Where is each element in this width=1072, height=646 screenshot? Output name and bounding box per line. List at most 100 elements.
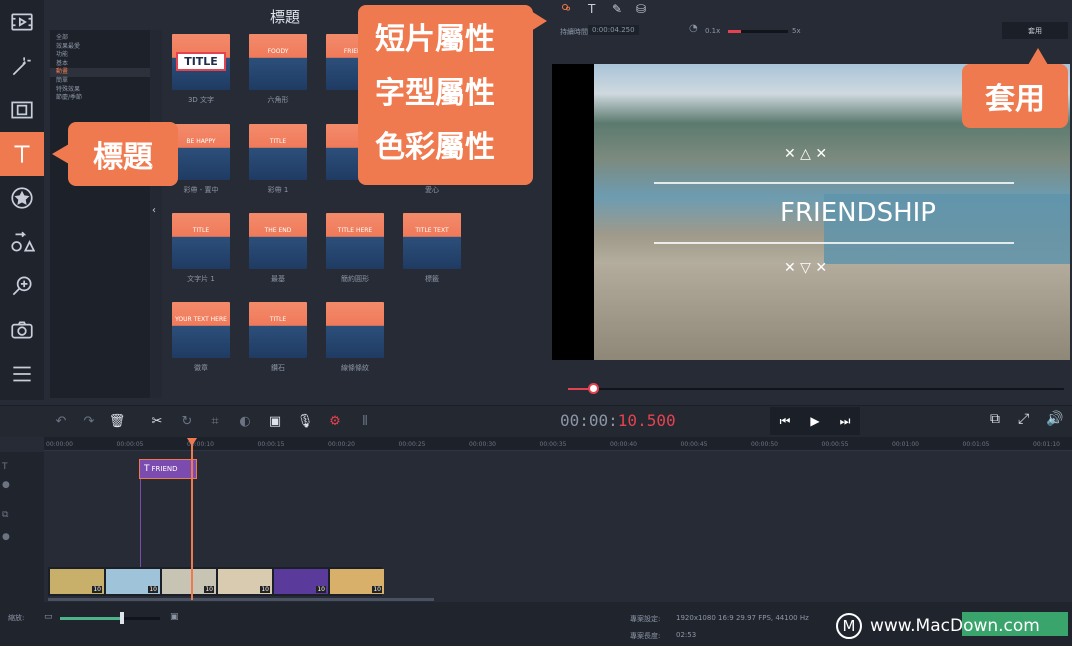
ruler-tick-label: 00:00:50 [751, 441, 778, 448]
callout-text: 標題 [93, 140, 153, 175]
preview-seek-knob[interactable] [587, 383, 599, 394]
title-thumbnail[interactable]: TITLE HERE [326, 213, 384, 269]
thumbnail-label: 鑽石 [271, 364, 285, 372]
track-visibility-eye-icon[interactable]: ● [2, 532, 10, 542]
title-thumbnail[interactable] [326, 302, 384, 358]
video-clip[interactable]: 10 [218, 569, 272, 594]
title-thumbnail[interactable]: TITLE [249, 302, 307, 358]
microphone-icon[interactable]: 🎙 [294, 410, 316, 432]
split-scissors-icon[interactable]: ✂ [146, 410, 168, 432]
undo-icon[interactable]: ↶ [50, 410, 72, 432]
title-thumbnail[interactable]: YOUR TEXT HERE [172, 302, 230, 358]
ruler-tick-label: 00:00:05 [116, 441, 144, 448]
paint-bucket-icon[interactable]: ⛁ [636, 2, 646, 16]
duration-field[interactable]: 0:00:04.250 [588, 25, 639, 35]
thumbnail-label: 彩帶 - 置中 [183, 186, 219, 194]
crop-icon[interactable]: ⌗ [204, 410, 226, 432]
overlay-track-icon: ⧉ [2, 510, 9, 520]
preview-seek-bar[interactable] [568, 388, 1064, 390]
title-thumbnail[interactable]: TITLE [249, 124, 307, 180]
category-item[interactable]: 簡單 [50, 77, 150, 86]
title-overlay-ornament: ✕ ▽ ✕ [784, 260, 828, 276]
popout-icon[interactable]: ⧉ [990, 411, 1000, 427]
zoom-slider-knob[interactable] [120, 612, 124, 624]
category-item[interactable]: 效果最愛 [50, 43, 150, 52]
title-thumbnail[interactable]: TITLE [172, 213, 230, 269]
category-item-selected[interactable]: 動畫 [50, 68, 150, 77]
more-tools-list-icon[interactable] [0, 352, 44, 396]
title-clip-span [140, 479, 141, 569]
title-thumbnail[interactable]: THE END [249, 213, 307, 269]
rock-area [594, 264, 1070, 360]
zoom-add-icon[interactable] [0, 264, 44, 308]
video-clip[interactable]: 10 [50, 569, 104, 594]
camera-record-icon[interactable] [0, 308, 44, 352]
title-thumbnail[interactable]: TITLE TEXT [403, 213, 461, 269]
ruler-tick-label: 00:00:15 [257, 441, 285, 448]
callout-tail [52, 144, 69, 164]
filters-film-icon[interactable] [0, 88, 44, 132]
zoom-label: 縮放: [8, 614, 25, 622]
rotate-icon[interactable]: ↻ [176, 410, 198, 432]
video-clip[interactable]: 10 [274, 569, 328, 594]
title-overlay-text[interactable]: FRIENDSHIP [780, 198, 936, 228]
delete-trash-icon[interactable]: 🗑 [106, 410, 128, 432]
apply-button[interactable]: 套用 [1002, 22, 1068, 39]
watermark-text: www.MacDown.com [870, 616, 1040, 636]
ruler-tick-label: 00:00:35 [539, 441, 567, 448]
zoom-out-icon[interactable]: ▭ [44, 612, 53, 622]
thumbnail-label: 最基 [271, 275, 285, 283]
play-icon[interactable]: ▶ [800, 407, 830, 435]
magic-wand-icon[interactable] [0, 44, 44, 88]
fullscreen-icon[interactable]: ⤢ [1018, 411, 1029, 427]
timeline-scrollbar[interactable] [48, 598, 434, 601]
skip-forward-icon[interactable]: ⏭ [830, 407, 860, 435]
title-overlay-line [654, 242, 1014, 244]
speed-slider-fill [728, 30, 742, 33]
color-picker-icon[interactable]: ✎ [612, 2, 622, 16]
zoom-in-icon[interactable]: ▣ [170, 612, 179, 622]
title-clip[interactable]: T FRIEND [139, 459, 197, 479]
color-adjust-icon[interactable]: ◐ [234, 410, 256, 432]
titles-tool-icon[interactable] [0, 132, 44, 176]
thumbnail-text: TITLE TEXT [415, 227, 449, 234]
video-clip-duration: 10 [316, 586, 326, 593]
ruler-tick-label: 00:00:45 [680, 441, 708, 448]
properties-callout: 短片屬性 字型屬性 色彩屬性 [358, 5, 547, 185]
skip-back-icon[interactable]: ⏮ [770, 407, 800, 435]
collapse-chevron-icon[interactable]: ‹ [152, 205, 156, 216]
track-visibility-eye-icon[interactable]: ● [2, 480, 10, 490]
callout-pointer-dot [562, 4, 568, 10]
category-item[interactable]: 節慶/季節 [50, 94, 150, 103]
volume-icon[interactable]: 🔊 [1046, 411, 1063, 427]
title-thumbnail[interactable]: TITLE [172, 34, 230, 90]
category-item[interactable]: 功能 [50, 51, 150, 60]
playhead[interactable] [191, 440, 193, 600]
transitions-shapes-icon[interactable] [0, 220, 44, 264]
thumbnail-label: 徽章 [194, 364, 208, 372]
video-clip[interactable]: 10 [106, 569, 160, 594]
title-clip-label: FRIEND [151, 465, 178, 473]
duration-label: 持續時間: [560, 28, 591, 36]
stickers-star-icon[interactable] [0, 176, 44, 220]
ruler-tick-label: 00:00:20 [328, 441, 355, 448]
category-item[interactable]: 全部 [50, 34, 150, 43]
insert-image-icon[interactable]: ▣ [264, 410, 286, 432]
thumbnail-text: YOUR TEXT HERE [175, 316, 227, 323]
title-thumbnail[interactable]: BE HAPPY [172, 124, 230, 180]
thumbnail-label: 六角形 [267, 96, 289, 104]
settings-gear-icon[interactable]: ⚙ [324, 410, 346, 432]
ruler-tick-label: 00:00:00 [46, 441, 73, 448]
title-thumbnail[interactable]: FOODY [249, 34, 307, 90]
redo-icon[interactable]: ↷ [78, 410, 100, 432]
equalizer-icon[interactable]: ⦀ [354, 410, 376, 432]
video-clip[interactable]: 10 [162, 569, 216, 594]
panel-title: 標題 [270, 8, 301, 26]
font-properties-icon[interactable]: T [588, 2, 595, 16]
import-film-icon[interactable] [0, 0, 44, 44]
video-clip-duration: 10 [148, 586, 158, 593]
category-item[interactable]: 特殊效果 [50, 86, 150, 95]
thumbnail-text: TITLE [176, 52, 226, 71]
watermark: M www.MacDown.com [836, 613, 1040, 639]
video-clip[interactable]: 10 [330, 569, 384, 594]
